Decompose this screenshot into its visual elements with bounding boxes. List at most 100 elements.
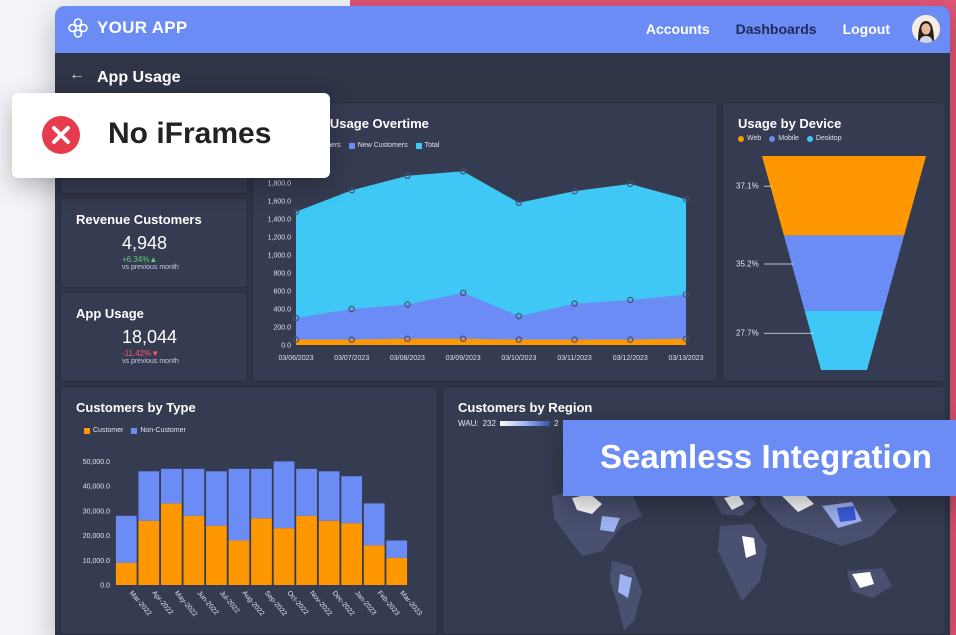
funnel-label: 35.2% bbox=[736, 260, 759, 269]
x-tick-label: 03/11/2023 bbox=[557, 355, 592, 362]
bar-customer bbox=[363, 545, 385, 585]
x-tick-label: May-2022 bbox=[173, 590, 198, 618]
y-tick-label: 800.0 bbox=[273, 271, 291, 278]
seamless-text: Seamless Integration bbox=[600, 438, 932, 475]
bar-non-customer bbox=[341, 476, 363, 524]
kpi-sub: vs previous month bbox=[122, 264, 179, 271]
kpi-title: Revenue Customers bbox=[76, 212, 202, 227]
kpi-sub: vs previous month bbox=[122, 358, 179, 365]
bar-non-customer bbox=[296, 468, 317, 516]
avatar[interactable] bbox=[912, 15, 940, 43]
x-tick-label: Mar-2023 bbox=[398, 590, 423, 618]
kpi-revenue-customers: Revenue Customers 4,948 +6.34%▲ vs previ… bbox=[60, 198, 248, 288]
page-title: App Usage bbox=[97, 69, 181, 86]
x-tick-label: 03/08/2023 bbox=[390, 355, 425, 362]
y-tick-label: 1,200.0 bbox=[268, 235, 291, 242]
nav-dashboards[interactable]: Dashboards bbox=[736, 21, 817, 37]
funnel-segment-desktop bbox=[804, 310, 884, 370]
bar-non-customer bbox=[363, 503, 385, 546]
x-tick-label: Aug-2022 bbox=[240, 590, 265, 618]
bar-non-customer bbox=[228, 468, 250, 541]
bar-customer bbox=[138, 520, 160, 585]
y-tick-label: 1,800.0 bbox=[268, 181, 291, 188]
kpi-delta: -11.42%▼ bbox=[122, 349, 160, 358]
y-tick-label: 200.0 bbox=[273, 325, 291, 332]
kpi-value: 18,044 bbox=[122, 327, 178, 347]
device-funnel-chart: 37.1% 35.2% 27.7% bbox=[736, 156, 926, 370]
kpi-title: App Usage bbox=[76, 306, 144, 321]
funnel-segment-mobile bbox=[783, 235, 905, 311]
y-tick-label: 10,000.0 bbox=[83, 558, 110, 565]
y-tick-label: 600.0 bbox=[273, 289, 291, 296]
bar-non-customer bbox=[318, 471, 340, 521]
y-tick-label: 40,000.0 bbox=[83, 484, 110, 491]
page-header: ← App Usage bbox=[55, 63, 950, 93]
nav-accounts[interactable]: Accounts bbox=[646, 21, 710, 37]
x-tick-label: Jun-2022 bbox=[195, 590, 219, 617]
bar-customer bbox=[160, 503, 182, 585]
no-iframes-callout: No iFrames bbox=[12, 93, 330, 178]
x-tick-label: Oct-2022 bbox=[286, 590, 310, 617]
x-tick-label: 03/12/2023 bbox=[613, 355, 648, 362]
map-africa bbox=[718, 524, 767, 601]
seamless-integration-banner: Seamless Integration bbox=[563, 420, 956, 496]
bar-customer bbox=[115, 562, 137, 585]
nav-menu: Accounts Dashboards Logout bbox=[646, 21, 890, 37]
bar-non-customer bbox=[160, 468, 182, 504]
y-tick-label: 400.0 bbox=[273, 307, 291, 314]
bar-customer bbox=[318, 520, 340, 585]
x-tick-label: Dec-2022 bbox=[331, 590, 356, 618]
brand[interactable]: YOUR APP bbox=[67, 17, 188, 39]
bar-non-customer bbox=[206, 471, 227, 526]
brand-name: YOUR APP bbox=[97, 18, 188, 37]
bar-customer bbox=[183, 515, 205, 585]
bar-non-customer bbox=[251, 468, 272, 519]
bar-non-customer bbox=[386, 540, 408, 558]
funnel-segment-web bbox=[762, 156, 926, 236]
x-tick-label: Nov-2022 bbox=[308, 590, 333, 618]
top-navbar: YOUR APP Accounts Dashboards Logout bbox=[55, 6, 950, 53]
x-tick-label: 03/07/2023 bbox=[334, 355, 369, 362]
x-tick-label: 03/09/2023 bbox=[446, 355, 481, 362]
bar-non-customer bbox=[183, 468, 205, 516]
bar-customer bbox=[251, 518, 272, 585]
bar-customer bbox=[206, 525, 227, 585]
map-north-america bbox=[552, 486, 642, 556]
bar-non-customer bbox=[115, 515, 137, 563]
customers-bar-chart: 0.0 10,000.0 20,000.0 30,000.0 40,000.0 50,00… bbox=[83, 459, 423, 618]
x-tick-label: Jan-2023 bbox=[353, 590, 377, 617]
bar-customer bbox=[296, 515, 317, 585]
y-tick-label: 1,000.0 bbox=[268, 253, 291, 260]
y-tick-label: 20,000.0 bbox=[83, 533, 110, 540]
x-tick-label: Jul-2022 bbox=[218, 590, 241, 615]
no-iframes-text: No iFrames bbox=[108, 117, 272, 150]
funnel-label: 27.7% bbox=[736, 329, 759, 338]
customers-by-type-card: Customers by Type Customer Non-Customer … bbox=[60, 386, 438, 635]
bar-non-customer bbox=[273, 461, 295, 529]
x-tick-label: Apr-2022 bbox=[150, 590, 174, 617]
kpi-app-usage: App Usage 18,044 -11.42%▼ vs previous mo… bbox=[60, 292, 248, 382]
x-tick-label: Feb-2023 bbox=[376, 590, 401, 618]
bar-non-customer bbox=[138, 471, 160, 521]
close-circle-icon bbox=[42, 116, 80, 154]
x-tick-label: Sep-2022 bbox=[263, 590, 288, 618]
flower-logo-icon bbox=[68, 18, 88, 38]
y-tick-label: 0.0 bbox=[281, 343, 291, 350]
bar-customer bbox=[341, 523, 363, 585]
nav-logout[interactable]: Logout bbox=[843, 21, 890, 37]
x-tick-label: 03/06/2023 bbox=[278, 355, 313, 362]
y-tick-label: 0.0 bbox=[100, 583, 110, 590]
bar-customer bbox=[273, 528, 295, 585]
funnel-label: 37.1% bbox=[736, 182, 759, 191]
usage-by-device-card: Usage by Device Web Mobile Desktop 37.1%… bbox=[722, 102, 946, 382]
y-tick-label: 30,000.0 bbox=[83, 508, 110, 515]
user-avatar-icon bbox=[912, 15, 940, 43]
x-tick-label: Mar-2022 bbox=[128, 590, 153, 618]
bar-customer bbox=[386, 557, 408, 585]
kpi-delta: +6.34%▲ bbox=[122, 255, 158, 264]
y-tick-label: 1,600.0 bbox=[268, 199, 291, 206]
bar-customer bbox=[228, 540, 250, 585]
kpi-value: 4,948 bbox=[122, 233, 168, 253]
y-tick-label: 50,000.0 bbox=[83, 459, 110, 466]
back-arrow-icon[interactable]: ← bbox=[69, 66, 85, 84]
